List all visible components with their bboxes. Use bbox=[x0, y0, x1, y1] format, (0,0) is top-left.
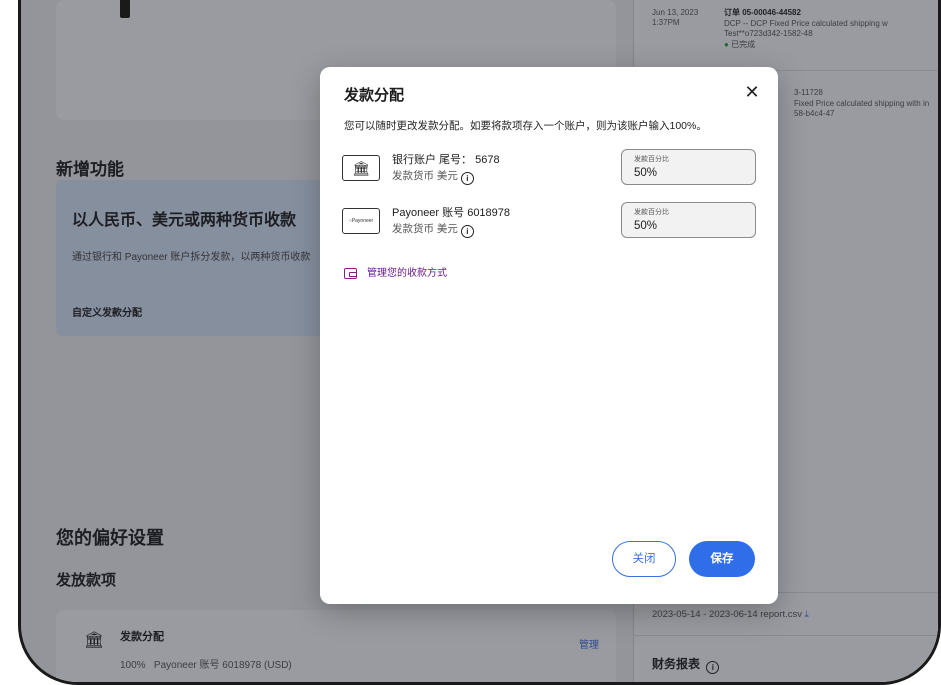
payoneer-account-name: Payoneer 账号 6018978 bbox=[392, 207, 511, 219]
bank-account-row: 🏛 银行账户 尾号： 5678 发款货币 美元 i 发款百分比 50% bbox=[342, 149, 762, 191]
payoneer-logo-icon: ○Payoneer bbox=[342, 208, 380, 234]
close-button[interactable]: 关闭 bbox=[612, 541, 676, 577]
percent-value[interactable]: 50% bbox=[634, 220, 657, 232]
wallet-icon bbox=[344, 268, 357, 279]
payoneer-account-currency-text: 发款货币 美元 bbox=[392, 223, 458, 235]
bank-percent-field[interactable]: 发款百分比 50% bbox=[621, 149, 756, 185]
manage-link-text: 管理您的收款方式 bbox=[367, 268, 447, 279]
payout-allocation-dialog: 发款分配 ✕ 您可以随时更改发款分配。如要将款项存入一个账户，则为该账户输入10… bbox=[320, 67, 778, 604]
info-icon[interactable]: i bbox=[460, 225, 474, 238]
manage-payment-methods-link[interactable]: 管理您的收款方式 bbox=[344, 264, 447, 279]
percent-value[interactable]: 50% bbox=[634, 167, 657, 179]
payoneer-percent-field[interactable]: 发款百分比 50% bbox=[621, 202, 756, 238]
bank-icon: 🏛 bbox=[342, 155, 380, 181]
dialog-title: 发款分配 bbox=[344, 87, 405, 104]
window-notch bbox=[120, 0, 130, 18]
bank-account-name: 银行账户 尾号： 5678 bbox=[392, 154, 500, 166]
close-icon[interactable]: ✕ bbox=[742, 82, 762, 102]
percent-label: 发款百分比 bbox=[634, 156, 669, 163]
bank-account-currency-text: 发款货币 美元 bbox=[392, 170, 458, 182]
payoneer-account-currency: 发款货币 美元 i bbox=[392, 221, 474, 238]
percent-label: 发款百分比 bbox=[634, 209, 669, 216]
payoneer-account-row: ○Payoneer Payoneer 账号 6018978 发款货币 美元 i 发… bbox=[342, 202, 762, 244]
save-button[interactable]: 保存 bbox=[689, 541, 755, 577]
info-icon[interactable]: i bbox=[460, 172, 474, 185]
bank-account-currency: 发款货币 美元 i bbox=[392, 168, 474, 185]
dialog-description: 您可以随时更改发款分配。如要将款项存入一个账户，则为该账户输入100%。 bbox=[344, 120, 707, 132]
payoneer-logo-text: Payoneer bbox=[351, 218, 374, 224]
